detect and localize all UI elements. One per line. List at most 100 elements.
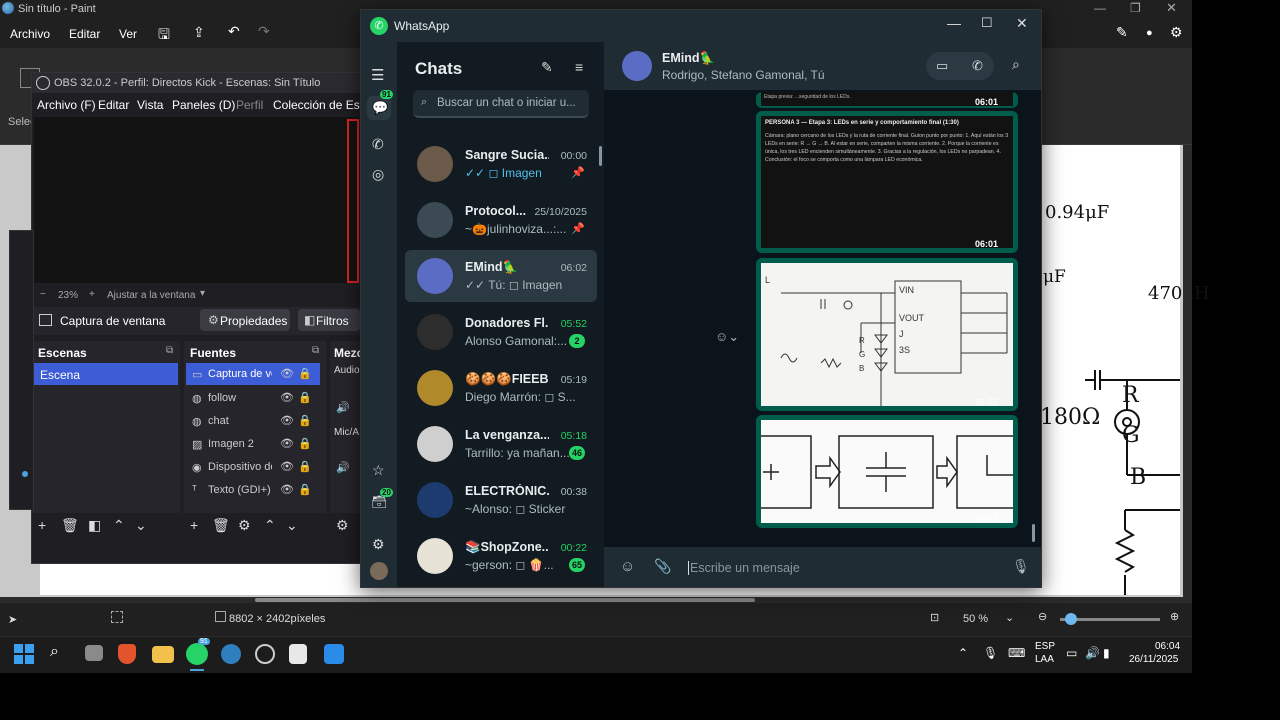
source-item[interactable]: ◍ follow 👁 🔒 [186, 387, 320, 409]
message-bubble[interactable]: PERSONA 3 — Etapa 3: LEDs en serie y com… [756, 111, 1018, 253]
source-properties-icon[interactable]: ⚙ [238, 517, 251, 534]
chat-row[interactable]: 🍪🍪🍪FIEEB... 05:19 Diego Marrón: ◻ S... [405, 362, 597, 414]
task-view-icon[interactable] [85, 645, 103, 661]
visibility-icon[interactable]: 👁 [280, 414, 294, 427]
menu-icon[interactable]: ☰ [371, 66, 384, 84]
obs-taskbar-icon[interactable] [255, 644, 275, 664]
brave-browser-icon[interactable] [118, 644, 136, 664]
obs-zoom-fit[interactable]: Ajustar a la ventana [107, 290, 195, 301]
settings-icon[interactable]: ⚙ [1170, 24, 1183, 41]
zoom-out-icon[interactable]: ⊖ [1038, 610, 1047, 623]
wa-maximize-button[interactable]: ☐ [981, 15, 993, 31]
paint-menu-editar[interactable]: Editar [69, 27, 100, 41]
redo-icon[interactable]: ↷ [258, 23, 270, 40]
microphone-icon[interactable]: 🎙 [983, 646, 998, 660]
remove-source-icon[interactable]: 🗑 [212, 517, 230, 534]
dock-undock-icon[interactable]: ⧉ [312, 345, 319, 356]
save-icon[interactable]: 🖫 [158, 24, 170, 48]
attach-icon[interactable]: 📎 [654, 558, 671, 575]
remove-scene-icon[interactable]: 🗑 [61, 517, 79, 534]
paint-horizontal-scrollbar-thumb[interactable] [255, 598, 755, 602]
paint-menu-ver[interactable]: Ver [119, 27, 137, 41]
lock-icon[interactable]: 🔒 [298, 437, 312, 450]
visibility-icon[interactable]: 👁 [280, 483, 294, 496]
chat-row[interactable]: Donadores Fl... 05:52 Alonso Gamonal:...… [405, 306, 597, 358]
wa-close-button[interactable]: ✕ [1016, 15, 1028, 32]
search-icon[interactable]: ⌕ [50, 643, 72, 665]
start-button[interactable] [14, 644, 36, 666]
chevron-up-icon[interactable]: ⌃ [958, 646, 968, 660]
obs-menu-paneles[interactable]: Paneles (D) [172, 98, 235, 112]
chat-row-active[interactable]: EMind🦜 06:02 ✓✓ Tú: ◻ Imagen [405, 250, 597, 302]
source-item[interactable]: ▭ Captura de ve 👁 🔒 [186, 363, 320, 385]
move-up-icon[interactable]: ⌃ [264, 517, 276, 534]
lock-icon[interactable]: 🔒 [298, 460, 312, 473]
move-down-icon[interactable]: ⌄ [286, 517, 298, 534]
message-image[interactable] [761, 420, 1013, 523]
conversation-scrollbar[interactable] [1032, 524, 1035, 542]
settings-icon[interactable]: ⚙ [372, 536, 385, 553]
zoom-slider[interactable] [1060, 613, 1160, 625]
chat-row[interactable]: La venganza... 05:18 Tarrillo: ya mañan.… [405, 418, 597, 470]
video-call-icon[interactable]: ▭ [936, 58, 948, 74]
calls-icon[interactable]: ✆ [372, 136, 384, 153]
zoom-level[interactable]: 50 % [963, 613, 988, 625]
chat-row[interactable]: Protocol... 25/10/2025 ~🎃julinhoviza...:… [405, 194, 597, 246]
obs-zoom-in[interactable]: + [89, 289, 95, 300]
snipping-tool-icon[interactable] [289, 644, 307, 664]
dock-undock-icon[interactable]: ⧉ [166, 345, 173, 356]
obs-properties-button[interactable]: ⚙ Propiedades [200, 309, 290, 331]
language-code[interactable]: ESP [1035, 641, 1055, 652]
paint-taskbar-icon[interactable] [324, 644, 344, 664]
voice-call-icon[interactable]: ✆ [972, 58, 983, 74]
source-item[interactable]: ◍ chat 👁 🔒 [186, 410, 320, 432]
lock-icon[interactable]: 🔒 [298, 483, 312, 496]
new-chat-icon[interactable]: ✎ [541, 59, 553, 76]
scene-item[interactable]: Escena [34, 363, 178, 385]
search-box[interactable]: ⌕ Buscar un chat o iniciar u... [413, 90, 589, 118]
lock-icon[interactable]: 🔒 [298, 414, 312, 427]
paint-minimize-button[interactable]: — [1094, 1, 1106, 15]
message-bubble[interactable]: Etapa previa: ...seguridad de los LEDs. … [756, 92, 1018, 108]
source-item[interactable]: ▨ Imagen 2 👁 🔒 [186, 433, 320, 455]
visibility-icon[interactable]: 👁 [280, 367, 294, 380]
move-up-icon[interactable]: ⌃ [113, 517, 125, 534]
keyboard-icon[interactable]: ⌨ [1008, 646, 1025, 660]
source-item[interactable]: ᵀ Texto (GDI+) 👁 🔒 [186, 479, 320, 501]
obs-menu-editar[interactable]: Editar [98, 98, 129, 112]
obs-menu-perfil[interactable]: Perfil [236, 98, 263, 112]
zoom-slider-thumb[interactable] [1065, 613, 1077, 625]
chats-nav-button[interactable]: 💬 91 [367, 90, 393, 120]
conversation-header[interactable]: EMind🦜 Rodrigo, Stefano Gamonal, Tú ▭ ✆ … [604, 42, 1041, 90]
add-scene-icon[interactable]: + [38, 517, 46, 533]
battery-icon[interactable]: ▮ [1103, 646, 1110, 660]
paint-close-button[interactable]: ✕ [1166, 0, 1177, 16]
visibility-icon[interactable]: 👁 [280, 460, 294, 473]
obs-menu-archivo[interactable]: Archivo (F) [37, 98, 96, 112]
zoom-dropdown-icon[interactable]: ⌄ [1005, 611, 1014, 624]
zoom-in-icon[interactable]: ⊕ [1170, 610, 1179, 623]
message-bubble[interactable]: VIN VOUT J 3S R G B L 06:02 [756, 258, 1018, 411]
paint-vertical-scrollbar[interactable] [1183, 145, 1192, 597]
whatsapp-taskbar-icon[interactable]: 91 [186, 638, 210, 665]
emoji-react-icon[interactable]: ☺⌄ [715, 329, 739, 345]
move-down-icon[interactable]: ⌄ [135, 517, 147, 534]
chat-list-scrollbar[interactable] [599, 146, 602, 166]
speaker-icon[interactable]: 🔊 [336, 401, 350, 414]
obs-zoom-dropdown-icon[interactable]: ▾ [200, 288, 205, 299]
browser-icon[interactable] [221, 644, 241, 664]
obs-zoom-out[interactable]: − [40, 289, 46, 300]
obs-filters-button[interactable]: ◧ Filtros [298, 309, 360, 331]
profile-avatar[interactable] [370, 562, 388, 580]
clock-date[interactable]: 26/11/2025 [1129, 654, 1178, 665]
mixer-settings-icon[interactable]: ⚙ [336, 517, 349, 534]
filter-icon[interactable]: ≡ [575, 59, 583, 75]
lock-icon[interactable]: 🔒 [298, 391, 312, 404]
obs-preview[interactable] [34, 117, 359, 283]
share-icon[interactable]: ⇪ [193, 24, 205, 41]
fit-screen-icon[interactable]: ⊡ [930, 611, 939, 624]
speaker-icon[interactable]: 🔊 [336, 461, 350, 474]
emoji-icon[interactable]: ☺ [620, 558, 635, 575]
source-item[interactable]: ◉ Dispositivo de 👁 🔒 [186, 456, 320, 478]
network-icon[interactable]: ▭ [1066, 646, 1077, 660]
